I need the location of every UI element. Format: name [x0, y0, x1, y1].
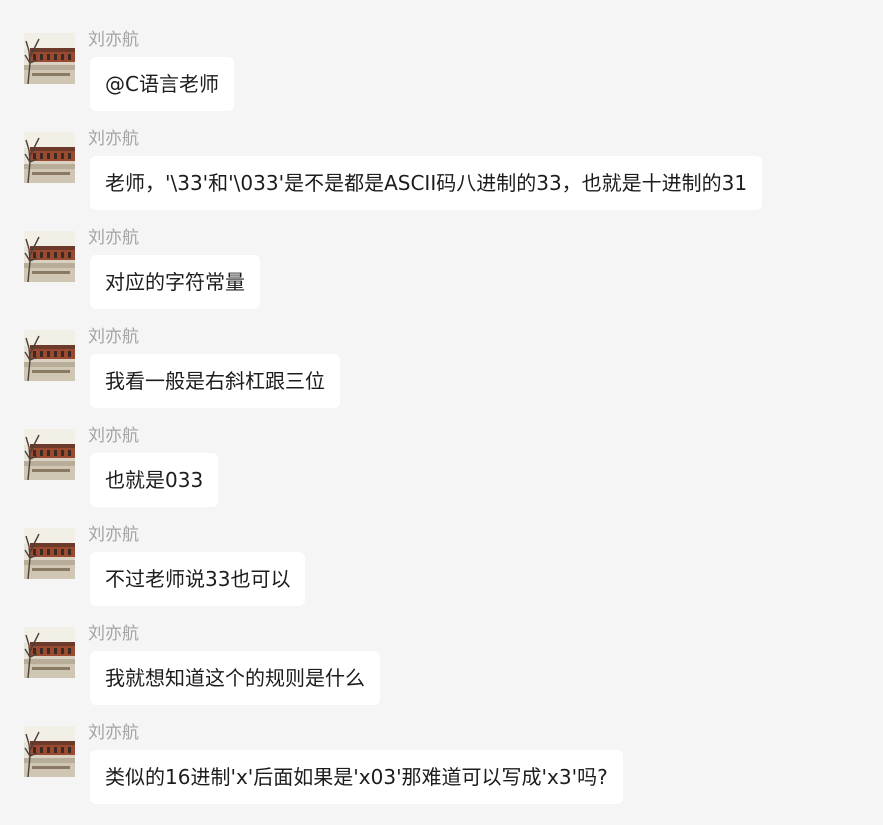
chat-message: 刘亦航 我就想知道这个的规则是什么 [0, 624, 883, 726]
avatar[interactable] [24, 429, 75, 480]
message-bubble[interactable]: 也就是033 [90, 453, 219, 507]
message-bubble[interactable]: 不过老师说33也可以 [90, 552, 306, 606]
avatar[interactable] [24, 330, 75, 381]
message-bubble[interactable]: 类似的16进制'x'后面如果是'x03'那难道可以写成'x3'吗? [90, 750, 623, 804]
avatar[interactable] [24, 726, 75, 777]
avatar[interactable] [24, 627, 75, 678]
avatar[interactable] [24, 132, 75, 183]
avatar-photo [24, 132, 75, 183]
sender-name: 刘亦航 [88, 624, 139, 644]
chat-message: 刘亦航 对应的字符常量 [0, 228, 883, 330]
sender-name: 刘亦航 [88, 30, 139, 50]
avatar[interactable] [24, 528, 75, 579]
sender-name: 刘亦航 [88, 129, 139, 149]
chat-message: 刘亦航 类似的16进制'x'后面如果是'x03'那难道可以写成'x3'吗? [0, 723, 883, 825]
chat-message: 刘亦航 我看一般是右斜杠跟三位 [0, 327, 883, 429]
sender-name: 刘亦航 [88, 228, 139, 248]
avatar-photo [24, 33, 75, 84]
chat-message-list[interactable]: 刘亦航 @C语言老师 刘亦航 老师，'\33'和'\033'是不是都是ASCII… [0, 0, 883, 807]
avatar[interactable] [24, 33, 75, 84]
avatar-photo [24, 231, 75, 282]
message-bubble[interactable]: 老师，'\33'和'\033'是不是都是ASCII码八进制的33，也就是十进制的… [90, 156, 763, 210]
avatar-photo [24, 627, 75, 678]
chat-message: 刘亦航 不过老师说33也可以 [0, 525, 883, 627]
sender-name: 刘亦航 [88, 723, 139, 743]
message-bubble[interactable]: @C语言老师 [90, 57, 234, 111]
chat-message: 刘亦航 @C语言老师 [0, 30, 883, 132]
chat-message: 刘亦航 也就是033 [0, 426, 883, 528]
sender-name: 刘亦航 [88, 426, 139, 446]
sender-name: 刘亦航 [88, 525, 139, 545]
chat-message: 刘亦航 老师，'\33'和'\033'是不是都是ASCII码八进制的33，也就是… [0, 129, 883, 231]
message-bubble[interactable]: 对应的字符常量 [90, 255, 260, 309]
sender-name: 刘亦航 [88, 327, 139, 347]
avatar-photo [24, 528, 75, 579]
avatar-photo [24, 330, 75, 381]
avatar-photo [24, 726, 75, 777]
avatar-photo [24, 429, 75, 480]
avatar[interactable] [24, 231, 75, 282]
message-bubble[interactable]: 我看一般是右斜杠跟三位 [90, 354, 340, 408]
message-bubble[interactable]: 我就想知道这个的规则是什么 [90, 651, 380, 705]
